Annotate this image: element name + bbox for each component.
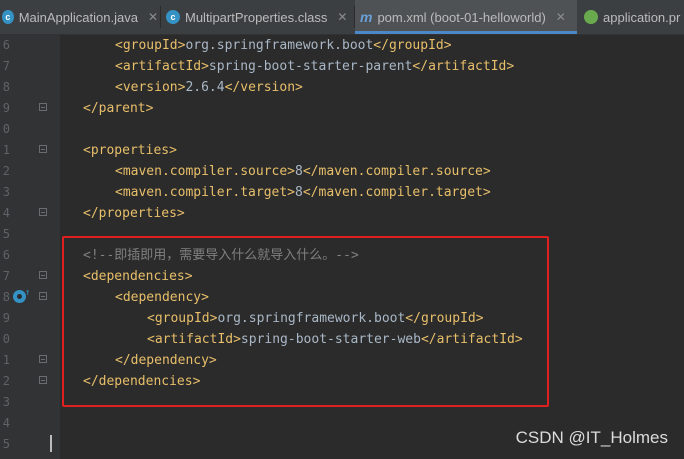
code-line: <maven.compiler.target>8</maven.compiler… [115,182,491,203]
tab-label: pom.xml (boot-01-helloworld) [377,9,546,25]
close-icon[interactable]: ✕ [148,10,158,24]
code-line: <artifactId>spring-boot-starter-parent</… [115,56,514,77]
line-number: 2 [2,374,10,388]
xml-text: 8 [295,185,303,200]
fold-toggle-icon[interactable] [39,292,47,300]
xml-text: 8 [295,164,303,179]
fold-toggle-icon[interactable] [39,208,47,216]
xml-tag: <groupId> [115,38,186,53]
line-number: 5 [2,437,10,451]
line-number: 6 [2,248,10,262]
xml-tag: </groupId> [373,38,452,53]
xml-tag: <artifactId> [115,59,209,74]
fold-toggle-icon[interactable] [39,103,47,111]
fold-toggle-icon[interactable] [39,271,47,279]
editor-tab-bar: c MainApplication.java ✕ c MultipartProp… [0,0,684,35]
line-number: 9 [2,101,10,115]
tab-main-application[interactable]: c MainApplication.java ✕ [0,0,158,34]
fold-toggle-icon[interactable] [39,355,47,363]
line-number: 0 [2,122,10,136]
navigate-up-icon[interactable]: ↑ [25,288,30,298]
xml-tag: </maven.compiler.source> [302,164,491,179]
xml-tag: </properties> [83,206,185,221]
line-number: 4 [2,206,10,220]
line-number: 6 [2,38,10,52]
java-class-icon: c [2,10,14,24]
code-line: <version>2.6.4</version> [115,77,303,98]
xml-tag: </maven.compiler.target> [302,185,491,200]
spring-leaf-icon [584,10,598,24]
code-line: <maven.compiler.source>8</maven.compiler… [115,161,491,182]
fold-toggle-icon[interactable] [39,376,47,384]
line-number: 5 [2,227,10,241]
code-line: </parent> [83,98,153,119]
code-line: <groupId>org.springframework.boot</group… [115,35,452,56]
tab-label: application.pr [603,9,681,25]
line-number: 3 [2,185,10,199]
tab-application-properties[interactable]: application.pr [584,0,684,34]
class-file-icon: c [166,10,180,24]
xml-text: spring-boot-starter-parent [208,59,413,74]
xml-tag: <version> [115,80,186,95]
code-line: <properties> [83,140,177,161]
xml-tag: </version> [224,80,303,95]
line-number: 2 [2,164,10,178]
xml-tag: <maven.compiler.target> [115,185,296,200]
tab-separator [160,6,161,28]
close-icon[interactable]: ✕ [556,10,566,24]
tab-pom-xml[interactable]: m pom.xml (boot-01-helloworld) ✕ [355,0,577,34]
tab-label: MultipartProperties.class [185,9,328,25]
line-number: 8 [2,80,10,94]
line-number: 7 [2,269,10,283]
xml-tag: <properties> [83,143,177,158]
line-number: 9 [2,311,10,325]
line-number: 8 [2,290,10,304]
watermark: CSDN @IT_Holmes [515,428,668,447]
tab-label: MainApplication.java [18,9,138,25]
line-number: 7 [2,59,10,73]
line-number: 0 [2,332,10,346]
text-caret [50,435,52,452]
xml-text: org.springframework.boot [185,38,374,53]
highlight-annotation-box [62,236,549,407]
line-number-gutter: 6 7 8 9 0 1 2 3 4 5 6 7 8 9 0 1 2 3 4 5 [0,35,60,459]
xml-tag: </parent> [83,101,154,116]
xml-text: 2.6.4 [185,80,225,95]
line-number: 1 [2,353,10,367]
line-number: 3 [2,395,10,409]
xml-tag: </artifactId> [412,59,515,74]
line-number: 1 [2,143,10,157]
code-line: </properties> [83,203,185,224]
close-icon[interactable]: ✕ [337,10,347,24]
fold-toggle-icon[interactable] [39,145,47,153]
xml-tag: <maven.compiler.source> [115,164,296,179]
line-number: 4 [2,416,10,430]
tab-multipart-properties[interactable]: c MultipartProperties.class ✕ [166,0,352,34]
maven-m-icon: m [360,9,373,25]
